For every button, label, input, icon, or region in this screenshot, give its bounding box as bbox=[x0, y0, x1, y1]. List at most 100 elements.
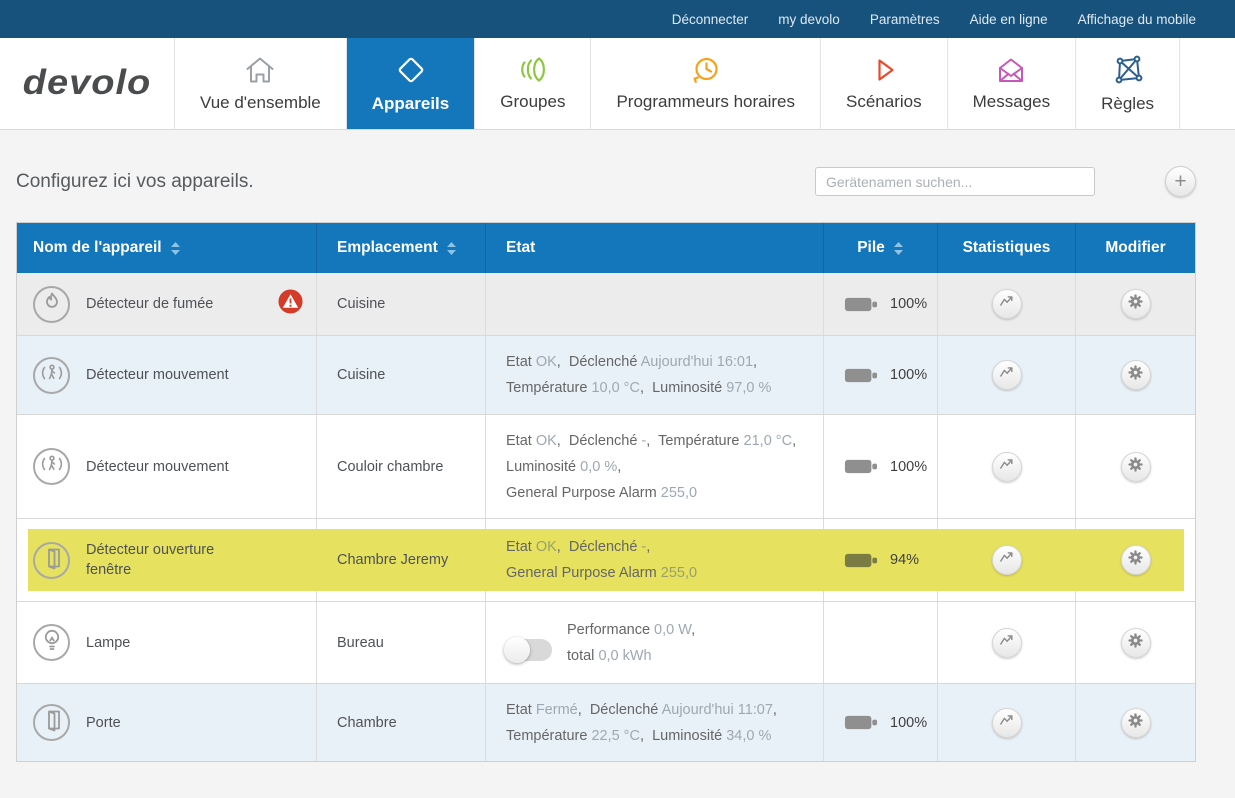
state-segment: , bbox=[792, 433, 796, 449]
tab-label: Règles bbox=[1101, 94, 1154, 114]
sort-icon bbox=[170, 241, 181, 256]
stats-icon bbox=[998, 456, 1015, 478]
modify-button[interactable] bbox=[1121, 289, 1151, 319]
topbar-link[interactable]: my devolo bbox=[778, 12, 840, 27]
gear-icon bbox=[1127, 456, 1144, 478]
battery-icon bbox=[844, 295, 878, 314]
state-segment: 22,5 °C bbox=[591, 728, 640, 744]
statistics-button[interactable] bbox=[992, 289, 1022, 319]
battery-percentage: 100% bbox=[890, 296, 927, 312]
column-header-label: Nom de l'appareil bbox=[33, 239, 162, 257]
envelope-icon bbox=[994, 55, 1028, 85]
column-header[interactable]: Nom de l'appareil bbox=[17, 223, 317, 273]
tab-overview[interactable]: Vue d'ensemble bbox=[175, 38, 347, 129]
column-header: Modifier bbox=[1076, 223, 1195, 273]
battery-cell bbox=[824, 602, 938, 683]
device-name: Détecteur de fumée bbox=[86, 294, 213, 314]
state-segment: Etat bbox=[506, 433, 536, 449]
table-row: Détecteur mouvement Couloir chambre Etat O… bbox=[17, 414, 1195, 518]
column-header[interactable]: Pile bbox=[824, 223, 938, 273]
device-location-cell: Cuisine bbox=[317, 273, 486, 335]
motion-icon bbox=[39, 452, 65, 481]
devices-table: Nom de l'appareil Emplacement Etat PileStat… bbox=[16, 222, 1196, 762]
statistics-button[interactable] bbox=[992, 545, 1022, 575]
state-segment: , bbox=[578, 702, 590, 718]
alert-icon bbox=[278, 289, 303, 319]
tab-regles[interactable]: Règles bbox=[1076, 38, 1180, 129]
tab-messages[interactable]: Messages bbox=[948, 38, 1076, 129]
state-segment: , bbox=[640, 728, 652, 744]
modify-cell bbox=[1076, 602, 1195, 683]
topbar-link[interactable]: Affichage du mobile bbox=[1078, 12, 1196, 27]
modify-button[interactable] bbox=[1121, 628, 1151, 658]
table-row: PorteChambreEtat Fermé, Déclenché Aujour… bbox=[17, 683, 1195, 761]
device-state-cell: Etat OK, Déclenché Aujourd'hui 16:01,Tem… bbox=[486, 336, 824, 414]
topbar-link[interactable]: Déconnecter bbox=[672, 12, 749, 27]
state-segment: , bbox=[557, 433, 569, 449]
alert-badge[interactable] bbox=[278, 289, 303, 319]
state-segment: Déclenché bbox=[569, 354, 641, 370]
tab-programmeurs[interactable]: Programmeurs horaires bbox=[591, 38, 821, 129]
state-line: Etat OK, Déclenché -, Température 21,0 °… bbox=[506, 428, 796, 454]
tab-appareils[interactable]: Appareils bbox=[347, 38, 475, 129]
device-state-cell: Etat Fermé, Déclenché Aujourd'hui 11:07,… bbox=[486, 684, 824, 761]
column-header[interactable]: Emplacement bbox=[317, 223, 486, 273]
device-location: Chambre Jeremy bbox=[337, 552, 448, 568]
gear-icon bbox=[1127, 712, 1144, 734]
search-input[interactable] bbox=[815, 167, 1095, 196]
device-state-cell bbox=[486, 273, 824, 335]
modify-button[interactable] bbox=[1121, 708, 1151, 738]
sort-icon bbox=[446, 241, 457, 256]
modify-button[interactable] bbox=[1121, 545, 1151, 575]
tab-label: Groupes bbox=[500, 92, 565, 112]
state-segment: 0,0 W bbox=[654, 622, 691, 638]
state-segment: 0,0 % bbox=[580, 459, 617, 475]
statistics-cell bbox=[938, 415, 1076, 518]
battery-percentage: 100% bbox=[890, 715, 927, 731]
device-name-cell: Détecteur mouvement bbox=[17, 415, 317, 518]
state-segment: 10,0 °C bbox=[591, 380, 640, 396]
brand-logo: devolo bbox=[0, 38, 175, 129]
device-name: Détecteur mouvement bbox=[86, 365, 229, 385]
tab-label: Messages bbox=[973, 92, 1050, 112]
toggle-knob bbox=[504, 637, 530, 663]
statistics-button[interactable] bbox=[992, 452, 1022, 482]
state-lines: Performance 0,0 W,total 0,0 kWh bbox=[567, 617, 695, 669]
state-segment: OK bbox=[536, 433, 557, 449]
device-name-cell: Porte bbox=[17, 684, 317, 761]
device-location: Couloir chambre bbox=[337, 459, 443, 475]
smoke-device-icon bbox=[33, 286, 70, 323]
battery-icon bbox=[844, 713, 878, 732]
tab-scenarios[interactable]: Scénarios bbox=[821, 38, 948, 129]
add-device-button[interactable]: + bbox=[1165, 166, 1196, 197]
state-segment: General Purpose Alarm bbox=[506, 565, 661, 581]
state-segment: , bbox=[557, 539, 569, 555]
state-segment: Luminosité bbox=[506, 459, 580, 475]
battery-icon bbox=[844, 551, 878, 570]
topbar-link[interactable]: Paramètres bbox=[870, 12, 940, 27]
bulb-icon bbox=[40, 627, 64, 658]
play-icon bbox=[869, 55, 899, 85]
state-line: Etat OK, Déclenché Aujourd'hui 16:01, bbox=[506, 349, 771, 375]
topbar-link[interactable]: Aide en ligne bbox=[970, 12, 1048, 27]
statistics-button[interactable] bbox=[992, 628, 1022, 658]
battery-percentage: 100% bbox=[890, 459, 927, 475]
tab-groupes[interactable]: Groupes bbox=[475, 38, 591, 129]
state-segment: 34,0 % bbox=[726, 728, 771, 744]
battery-icon bbox=[844, 457, 878, 476]
column-header: Statistiques bbox=[938, 223, 1076, 273]
state-segment: , bbox=[640, 380, 652, 396]
state-line: Etat OK, Déclenché -, bbox=[506, 534, 697, 560]
device-state-cell: Performance 0,0 W,total 0,0 kWh bbox=[486, 602, 824, 683]
device-state-cell: Etat OK, Déclenché -, Température 21,0 °… bbox=[486, 415, 824, 518]
statistics-button[interactable] bbox=[992, 708, 1022, 738]
modify-button[interactable] bbox=[1121, 452, 1151, 482]
table-row: Détecteur mouvementCuisineEtat OK, Décle… bbox=[17, 335, 1195, 414]
power-toggle[interactable] bbox=[506, 639, 552, 661]
state-segment: Déclenché bbox=[590, 702, 662, 718]
statistics-button[interactable] bbox=[992, 360, 1022, 390]
modify-button[interactable] bbox=[1121, 360, 1151, 390]
device-name-cell: Détecteur mouvement bbox=[17, 336, 317, 414]
state-segment: OK bbox=[536, 539, 557, 555]
state-segment: Luminosité bbox=[652, 380, 726, 396]
